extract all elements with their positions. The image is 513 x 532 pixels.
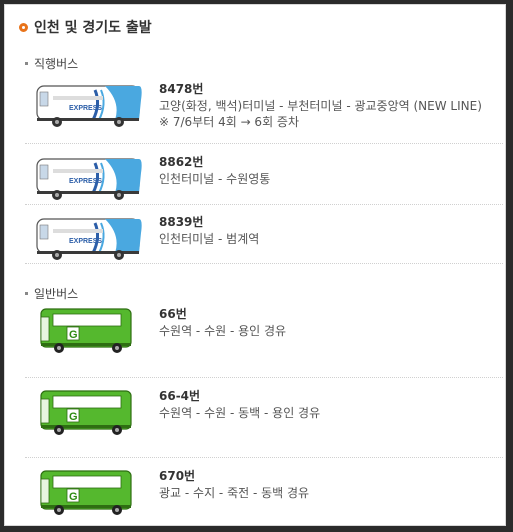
section-title: 인천 및 경기도 출발 [34, 20, 152, 36]
square-bullet-icon [25, 292, 28, 295]
route-item: G 670번 광교 - 수지 - 죽전 - 동백 경유 [35, 467, 505, 525]
route-item: G 66번 수원역 - 수원 - 용인 경유 [35, 305, 505, 365]
orange-circle-bullet-icon [19, 22, 28, 32]
category-express-label: 직행버스 [34, 57, 79, 71]
route-number: 8862번 [159, 155, 204, 169]
divider [25, 377, 503, 378]
content-panel: 인천 및 경기도 출발 직행버스 EXPRESS 8478번 고양(화정, 백석… [4, 4, 506, 526]
route-item: G 66-4번 수원역 - 수원 - 동백 - 용인 경유 [35, 387, 505, 447]
route-number: 8478번 [159, 82, 204, 96]
route-description: 수원역 - 수원 - 용인 경유 [159, 324, 287, 338]
route-note: ※ 7/6부터 4회 → 6회 증차 [159, 115, 300, 129]
square-bullet-icon [25, 62, 28, 65]
route-number: 66-4번 [159, 389, 201, 403]
route-number: 8839번 [159, 215, 204, 229]
divider [25, 263, 503, 264]
route-description: 수원역 - 수원 - 동백 - 용인 경유 [159, 406, 321, 420]
section-header: 인천 및 경기도 출발 [19, 17, 152, 37]
route-description: 인천터미널 - 수원영통 [159, 172, 271, 186]
route-description: 광교 - 수지 - 죽전 - 동백 경유 [159, 486, 310, 500]
general-bus-icon: G [40, 390, 132, 435]
route-description: 고양(화정, 백석)터미널 - 부천터미널 - 광교중앙역 (NEW LINE) [159, 99, 482, 113]
divider [25, 457, 503, 458]
bus-label: G [69, 329, 78, 341]
route-description: 인천터미널 - 범계역 [159, 232, 260, 246]
express-bus-icon: EXPRESS [36, 158, 142, 200]
bus-label: EXPRESS [69, 238, 102, 245]
express-bus-icon: EXPRESS [36, 218, 142, 260]
bus-label: G [69, 411, 78, 423]
divider [25, 143, 503, 144]
category-general-label: 일반버스 [34, 287, 79, 301]
route-item: EXPRESS 8839번 인천터미널 - 범계역 [35, 213, 505, 273]
bus-label: G [69, 491, 78, 503]
category-express: 직행버스 [25, 55, 78, 72]
route-number: 670번 [159, 469, 196, 483]
divider [25, 204, 503, 205]
category-general: 일반버스 [25, 285, 78, 302]
general-bus-icon: G [40, 470, 132, 515]
route-number: 66번 [159, 307, 187, 321]
general-bus-icon: G [40, 308, 132, 353]
express-bus-icon: EXPRESS [36, 85, 142, 127]
bus-label: EXPRESS [69, 178, 102, 185]
route-item: EXPRESS 8478번 고양(화정, 백석)터미널 - 부천터미널 - 광교… [35, 80, 505, 140]
bus-label: EXPRESS [69, 105, 102, 112]
